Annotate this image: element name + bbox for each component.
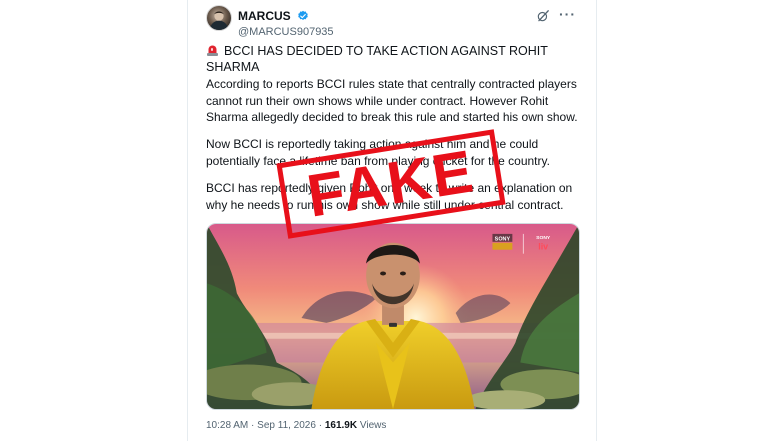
- tweet-time[interactable]: 10:28 AM: [206, 420, 248, 431]
- meta-separator-1: ·: [251, 420, 255, 431]
- views-count: 161.9K: [324, 420, 358, 431]
- views-label: Views: [359, 420, 387, 431]
- display-name[interactable]: MARCUS: [238, 9, 291, 23]
- avatar[interactable]: [206, 5, 232, 31]
- handle[interactable]: @MARCUS907935: [238, 25, 334, 39]
- tweet-media[interactable]: SONY SONY liv: [206, 223, 580, 410]
- grok-icon[interactable]: [536, 9, 550, 23]
- tweet-paragraph-1: According to reports BCCI rules state th…: [206, 77, 578, 124]
- tweet-date[interactable]: Sep 11, 2026: [257, 420, 316, 431]
- sony-logo-right: SONY: [536, 235, 551, 241]
- more-options-icon[interactable]: ···: [559, 7, 576, 21]
- sony-logo-top: SONY: [495, 236, 511, 242]
- meta-separator-2: ·: [318, 420, 323, 431]
- tweet-header: MARCUS @MARCUS907935 ···: [206, 5, 580, 41]
- siren-emoji-icon: [207, 45, 218, 56]
- headline-text: BCCI HAS DECIDED TO TAKE ACTION AGAINST …: [206, 44, 548, 74]
- verified-badge-icon: [298, 10, 308, 20]
- tweet-meta: 10:28 AM · Sep 11, 2026 · 161.9K Views: [206, 420, 386, 432]
- tweet-headline: BCCI HAS DECIDED TO TAKE ACTION AGAINST …: [206, 43, 580, 75]
- author-block[interactable]: MARCUS @MARCUS907935: [238, 7, 334, 39]
- liv-logo: liv: [538, 242, 548, 252]
